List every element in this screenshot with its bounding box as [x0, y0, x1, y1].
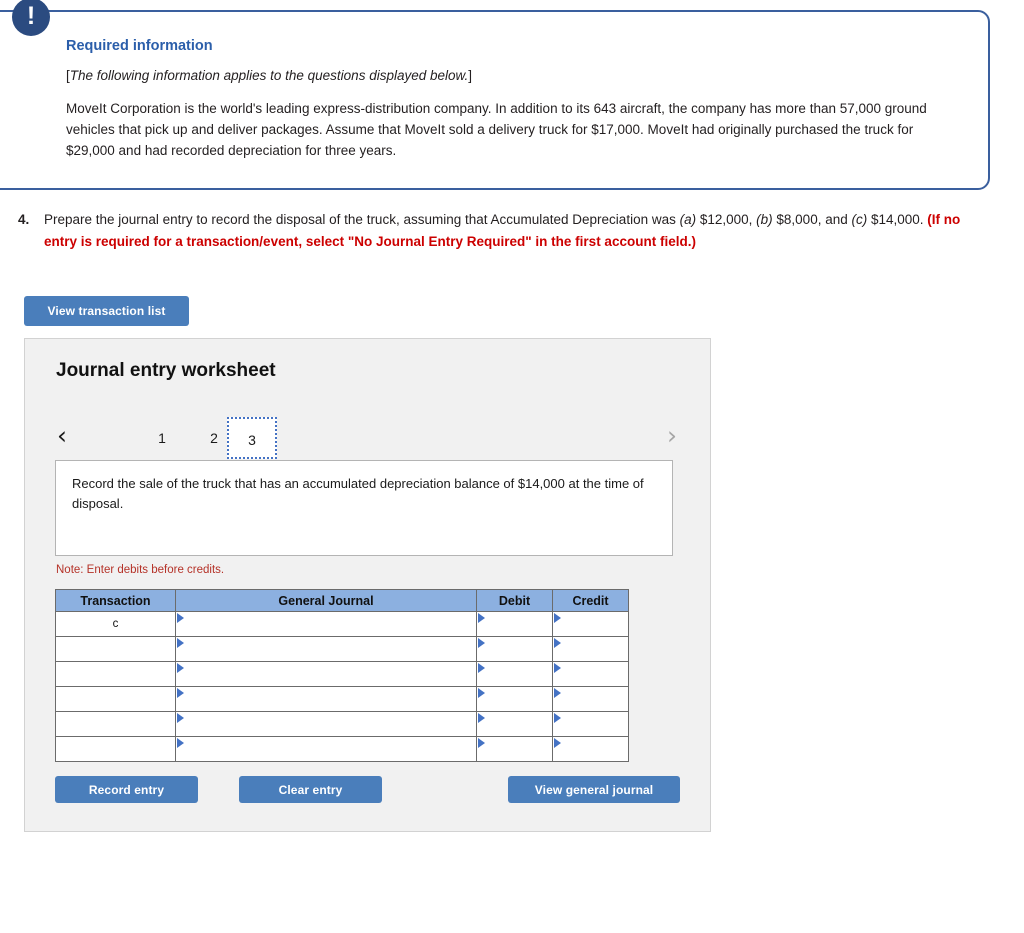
dropdown-triangle-icon [478, 613, 485, 623]
required-information-body: MoveIt Corporation is the world's leadin… [66, 101, 927, 158]
worksheet-pager: ‹ 1 2 3 › [55, 417, 685, 459]
cell-debit[interactable] [476, 686, 553, 712]
required-information-content: Required information [The following info… [66, 38, 946, 162]
cell-transaction[interactable] [55, 736, 176, 762]
table-row [55, 711, 629, 737]
journal-entry-table: Transaction General Journal Debit Credit… [55, 589, 629, 762]
chevron-left-icon[interactable]: ‹ [57, 421, 67, 451]
dropdown-triangle-icon [177, 738, 184, 748]
column-header-credit: Credit [552, 589, 629, 612]
cell-credit[interactable] [552, 711, 629, 737]
worksheet-title: Journal entry worksheet [56, 360, 276, 381]
table-row [55, 636, 629, 662]
table-row [55, 736, 629, 762]
cell-credit[interactable] [552, 636, 629, 662]
dropdown-triangle-icon [554, 688, 561, 698]
question-part1: Prepare the journal entry to record the … [44, 212, 680, 227]
dropdown-triangle-icon [478, 638, 485, 648]
dropdown-triangle-icon [177, 663, 184, 673]
table-row: c [55, 611, 629, 637]
question-number: 4. [18, 212, 30, 227]
journal-table-header-row: Transaction General Journal Debit Credit [55, 589, 629, 612]
cell-credit[interactable] [552, 686, 629, 712]
dropdown-triangle-icon [478, 713, 485, 723]
cell-general-journal[interactable] [175, 611, 477, 637]
view-transaction-list-button[interactable]: View transaction list [24, 296, 189, 326]
worksheet-note: Note: Enter debits before credits. [56, 564, 225, 576]
question-block: 4. Prepare the journal entry to record t… [18, 209, 993, 253]
cell-general-journal[interactable] [175, 636, 477, 662]
required-information-callout: ! Required information [The following in… [0, 0, 990, 190]
dropdown-triangle-icon [177, 713, 184, 723]
cell-transaction[interactable] [55, 661, 176, 687]
dropdown-triangle-icon [177, 613, 184, 623]
table-row [55, 686, 629, 712]
column-header-general-journal: General Journal [175, 589, 477, 612]
record-entry-button[interactable]: Record entry [55, 776, 198, 803]
question-text: Prepare the journal entry to record the … [44, 209, 993, 253]
cell-transaction[interactable] [55, 711, 176, 737]
cell-debit[interactable] [476, 636, 553, 662]
cell-credit[interactable] [552, 736, 629, 762]
dropdown-triangle-icon [554, 663, 561, 673]
cell-debit[interactable] [476, 711, 553, 737]
dropdown-triangle-icon [177, 688, 184, 698]
dropdown-triangle-icon [177, 638, 184, 648]
table-row [55, 661, 629, 687]
bracket-close: ] [468, 68, 473, 83]
dropdown-triangle-icon [554, 613, 561, 623]
journal-entry-worksheet-panel: Journal entry worksheet ‹ 1 2 3 › Record… [24, 338, 711, 832]
question-amount-a: $12,000, [696, 212, 757, 227]
question-label-c: (c) [851, 212, 868, 227]
question-label-a: (a) [679, 212, 697, 227]
cell-transaction[interactable] [55, 686, 176, 712]
dropdown-triangle-icon [478, 688, 485, 698]
cell-general-journal[interactable] [175, 661, 477, 687]
required-information-title: Required information [66, 38, 213, 54]
dropdown-triangle-icon [478, 663, 485, 673]
question-label-b: (b) [756, 212, 773, 227]
cell-credit[interactable] [552, 611, 629, 637]
column-header-debit: Debit [476, 589, 553, 612]
dropdown-triangle-icon [554, 738, 561, 748]
journal-table-body: c [55, 611, 629, 762]
bracket-italic-text: The following information applies to the… [69, 68, 469, 83]
column-header-transaction: Transaction [55, 589, 176, 612]
cell-general-journal[interactable] [175, 686, 477, 712]
required-information-bracket: [The following information applies to th… [66, 68, 946, 83]
view-general-journal-button[interactable]: View general journal [508, 776, 680, 803]
cell-debit[interactable] [476, 611, 553, 637]
worksheet-description-box: Record the sale of the truck that has an… [55, 460, 673, 556]
question-amount-c: $14,000. [867, 212, 928, 227]
clear-entry-button[interactable]: Clear entry [239, 776, 382, 803]
cell-general-journal[interactable] [175, 711, 477, 737]
chevron-right-icon[interactable]: › [667, 421, 677, 451]
cell-general-journal[interactable] [175, 736, 477, 762]
dropdown-triangle-icon [554, 638, 561, 648]
worksheet-page-tab-1[interactable]: 1 [137, 417, 187, 459]
cell-transaction[interactable]: c [55, 611, 176, 637]
cell-credit[interactable] [552, 661, 629, 687]
question-amount-b: $8,000, and [772, 212, 852, 227]
cell-transaction[interactable] [55, 636, 176, 662]
worksheet-page-tab-3[interactable]: 3 [227, 417, 277, 459]
worksheet-description-text: Record the sale of the truck that has an… [72, 476, 644, 511]
dropdown-triangle-icon [554, 713, 561, 723]
cell-debit[interactable] [476, 736, 553, 762]
dropdown-triangle-icon [478, 738, 485, 748]
cell-debit[interactable] [476, 661, 553, 687]
